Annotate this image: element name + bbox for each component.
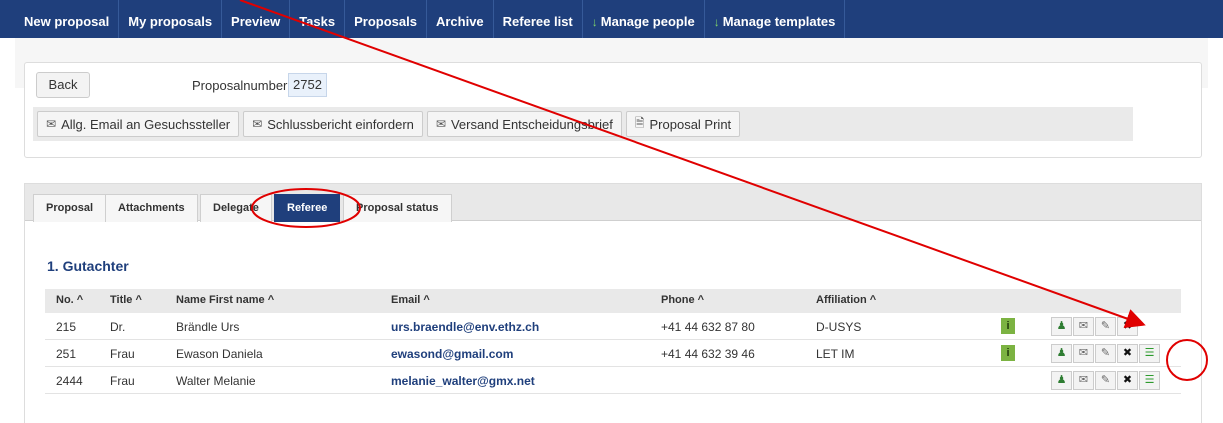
tab-referee[interactable]: Referee [274, 194, 341, 222]
nav-bar: New proposal My proposals Preview Tasks … [15, 0, 846, 38]
info-icon[interactable]: i [1001, 318, 1015, 334]
cell-no: 215 [56, 320, 77, 334]
email-applicant-button[interactable]: ✉ Allg. Email an Gesuchssteller [37, 111, 240, 137]
row-actions: ♟ ✉ ✎ ✖ ☰ [1051, 344, 1161, 363]
info-icon[interactable]: i [1001, 345, 1015, 361]
col-phone[interactable]: Phone ^ [661, 294, 704, 306]
delete-icon[interactable]: ✖ [1117, 344, 1138, 363]
down-arrow-icon: ↓ [713, 15, 720, 29]
tab-attachments[interactable]: Attachments [105, 194, 198, 222]
cell-phone: +41 44 632 87 80 [661, 320, 755, 334]
nav-tasks[interactable]: Tasks [290, 0, 346, 38]
cell-name: Brändle Urs [176, 320, 240, 334]
row-actions: ♟ ✉ ✎ ✖ [1051, 317, 1139, 336]
cell-email-link[interactable]: ewasond@gmail.com [391, 347, 513, 361]
edit-icon[interactable]: ✎ [1095, 317, 1116, 336]
section-title: 1. Gutachter [47, 258, 129, 274]
cell-no: 2444 [56, 374, 83, 388]
down-arrow-icon: ↓ [591, 15, 598, 29]
proposal-number-label: Proposalnumber: [192, 78, 291, 93]
col-affiliation[interactable]: Affiliation ^ [816, 294, 876, 306]
back-button[interactable]: Back [36, 72, 90, 98]
delete-icon[interactable]: ✖ [1117, 371, 1138, 390]
user-icon[interactable]: ♟ [1051, 344, 1072, 363]
nav-new-proposal[interactable]: New proposal [15, 0, 120, 38]
cell-email-link[interactable]: urs.braendle@env.ethz.ch [391, 320, 539, 334]
cell-title: Frau [110, 347, 135, 361]
list-icon[interactable]: ☰ [1139, 371, 1160, 390]
mail-icon[interactable]: ✉ [1073, 344, 1094, 363]
table-row: 251 Frau Ewason Daniela ewasond@gmail.co… [45, 341, 1181, 367]
edit-icon[interactable]: ✎ [1095, 371, 1116, 390]
user-icon[interactable]: ♟ [1051, 371, 1072, 390]
cell-affiliation: LET IM [816, 347, 855, 361]
cell-affiliation: D-USYS [816, 320, 862, 334]
nav-preview[interactable]: Preview [222, 0, 291, 38]
col-email[interactable]: Email ^ [391, 294, 430, 306]
tab-proposal-status[interactable]: Proposal status [343, 194, 452, 222]
page-edge [0, 85, 15, 422]
envelope-icon: ✉ [252, 117, 263, 131]
cell-email-link[interactable]: melanie_walter@gmx.net [391, 374, 535, 388]
table-row: 215 Dr. Brändle Urs urs.braendle@env.eth… [45, 314, 1181, 340]
cell-phone: +41 44 632 39 46 [661, 347, 755, 361]
proposal-print-button[interactable]: 🗎 Proposal Print [625, 111, 741, 137]
col-no[interactable]: No. ^ [56, 294, 83, 306]
list-icon[interactable]: ☰ [1139, 344, 1160, 363]
proposal-number-value: 2752 [288, 73, 327, 97]
nav-manage-people[interactable]: ↓ Manage people [583, 0, 705, 38]
action-toolbar: ✉ Allg. Email an Gesuchssteller ✉ Schlussb… [33, 107, 1133, 141]
pdf-icon: 🗎 [634, 115, 645, 130]
nav-archive[interactable]: Archive [427, 0, 494, 38]
delete-icon[interactable]: ✖ [1117, 317, 1138, 336]
row-actions: ♟ ✉ ✎ ✖ ☰ [1051, 371, 1161, 390]
envelope-icon: ✉ [46, 117, 57, 131]
proposal-panel: Back Proposalnumber: 2752 ✉ Allg. Email a… [24, 62, 1202, 158]
nav-referee-list[interactable]: Referee list [494, 0, 583, 38]
tab-proposal[interactable]: Proposal [33, 194, 107, 222]
tab-panel: Proposal Attachments Delegate Referee Pr… [24, 183, 1202, 423]
mail-icon[interactable]: ✉ [1073, 317, 1094, 336]
cell-title: Dr. [110, 320, 126, 334]
edit-icon[interactable]: ✎ [1095, 344, 1116, 363]
tab-bar: Proposal Attachments Delegate Referee Pr… [25, 184, 1201, 222]
col-title[interactable]: Title ^ [110, 294, 142, 306]
col-name[interactable]: Name First name ^ [176, 294, 274, 306]
cell-no: 251 [56, 347, 77, 361]
top-navigation: New proposal My proposals Preview Tasks … [0, 0, 1223, 38]
table-row: 2444 Frau Walter Melanie melanie_walter@… [45, 368, 1181, 394]
mail-icon[interactable]: ✉ [1073, 371, 1094, 390]
table-header: No. ^ Title ^ Name First name ^ Email ^ … [45, 289, 1181, 313]
user-icon[interactable]: ♟ [1051, 317, 1072, 336]
nav-manage-templates[interactable]: ↓ Manage templates [705, 0, 846, 38]
nav-my-proposals[interactable]: My proposals [119, 0, 223, 38]
cell-name: Walter Melanie [176, 374, 256, 388]
tab-delegate[interactable]: Delegate [200, 194, 272, 222]
envelope-icon: ✉ [435, 117, 446, 131]
cell-title: Frau [110, 374, 135, 388]
cell-name: Ewason Daniela [176, 347, 263, 361]
nav-proposals[interactable]: Proposals [345, 0, 427, 38]
request-final-report-button[interactable]: ✉ Schlussbericht einfordern [243, 111, 423, 137]
send-decision-letter-button[interactable]: ✉ Versand Entscheidungsbrief [426, 111, 622, 137]
